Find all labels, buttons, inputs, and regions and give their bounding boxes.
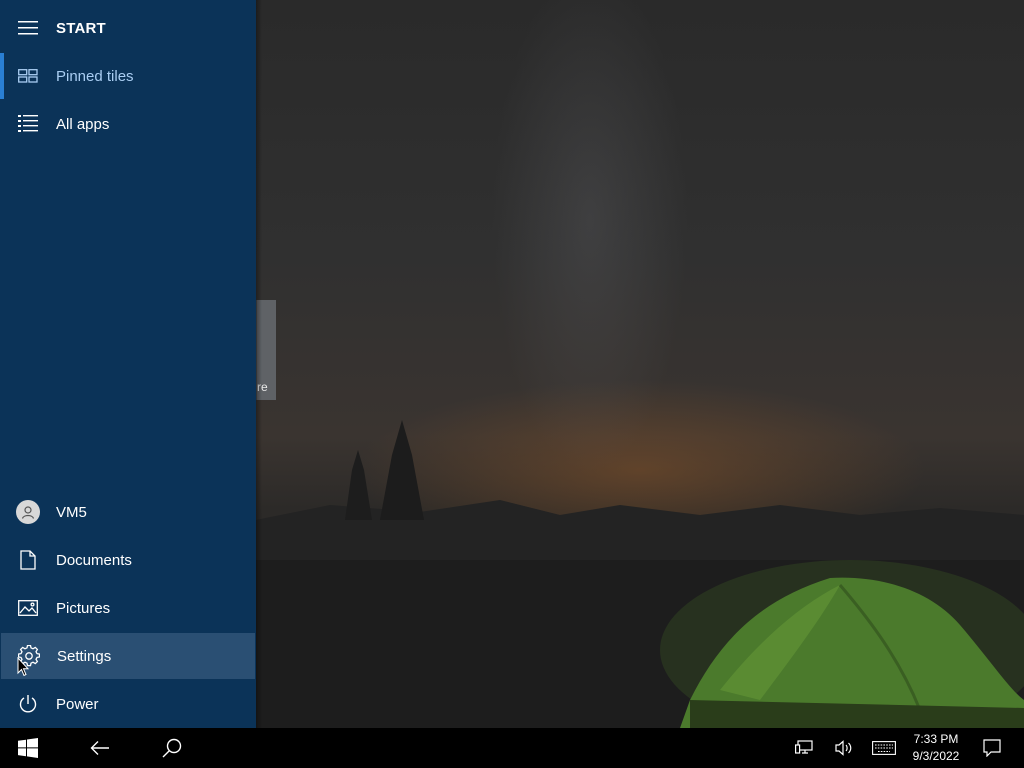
nav-item-all-apps[interactable]: All apps bbox=[0, 101, 256, 147]
start-menu-panel: START Pinned tiles All apps VM5 Document… bbox=[0, 0, 256, 728]
network-icon[interactable] bbox=[790, 728, 818, 768]
documents-label: Documents bbox=[56, 551, 132, 569]
nav-item-label: Pinned tiles bbox=[56, 67, 134, 85]
settings-label: Settings bbox=[57, 647, 112, 665]
pictures-label: Pictures bbox=[56, 599, 111, 617]
avatar bbox=[16, 500, 40, 524]
start-menu-shadow bbox=[256, 0, 262, 728]
pictures-item[interactable]: Pictures bbox=[0, 585, 256, 631]
pinned-tiles-icon bbox=[0, 53, 56, 99]
power-label: Power bbox=[56, 695, 99, 713]
pictures-icon bbox=[0, 585, 56, 631]
back-arrow-icon[interactable] bbox=[80, 728, 120, 768]
volume-icon[interactable] bbox=[830, 728, 858, 768]
windows-start-icon[interactable] bbox=[8, 728, 48, 768]
start-title: START bbox=[56, 19, 106, 37]
all-apps-icon bbox=[0, 101, 56, 147]
nav-item-label: All apps bbox=[56, 115, 110, 133]
hamburger-menu-icon[interactable] bbox=[0, 5, 56, 51]
power-item[interactable]: Power bbox=[0, 681, 256, 727]
gear-icon bbox=[1, 633, 57, 679]
search-icon[interactable] bbox=[152, 728, 192, 768]
system-clock[interactable]: 7:33 PM 9/3/2022 bbox=[900, 728, 972, 768]
keyboard-icon[interactable] bbox=[868, 728, 900, 768]
start-menu-header[interactable]: START bbox=[0, 5, 256, 51]
user-avatar-icon bbox=[0, 489, 56, 535]
documents-item[interactable]: Documents bbox=[0, 537, 256, 583]
user-name: VM5 bbox=[56, 503, 87, 521]
mouse-cursor-icon bbox=[17, 657, 29, 677]
action-center-icon[interactable] bbox=[978, 728, 1006, 768]
settings-item[interactable]: Settings bbox=[1, 633, 255, 679]
power-icon bbox=[0, 681, 56, 727]
document-icon bbox=[0, 537, 56, 583]
nav-item-pinned-tiles[interactable]: Pinned tiles bbox=[0, 53, 256, 99]
taskbar: 7:33 PM 9/3/2022 bbox=[0, 728, 1024, 768]
clock-time: 7:33 PM bbox=[913, 732, 959, 746]
user-account-item[interactable]: VM5 bbox=[0, 489, 256, 535]
clock-date: 9/3/2022 bbox=[912, 749, 960, 763]
